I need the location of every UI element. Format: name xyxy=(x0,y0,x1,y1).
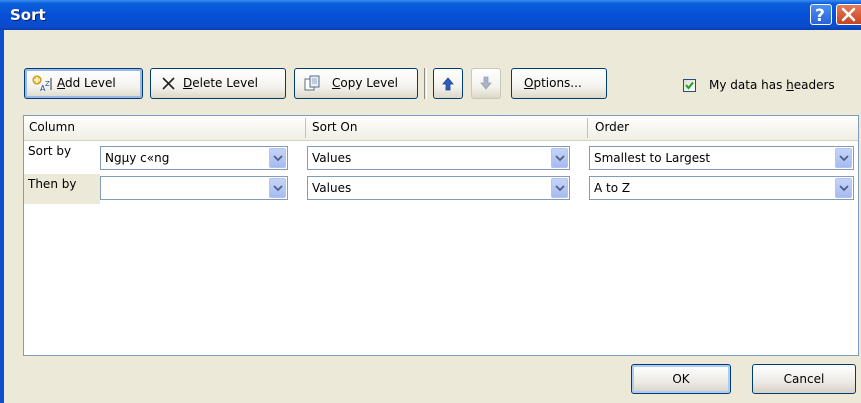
sort-on-select[interactable]: Values xyxy=(307,146,570,170)
sort-levels-grid: Column Sort On Order Sort by Ngµy c«ng V… xyxy=(23,115,859,356)
sort-on-header: Sort On xyxy=(312,120,358,134)
order-select-value: A to Z xyxy=(594,181,631,195)
header-divider xyxy=(305,118,306,138)
chevron-down-icon xyxy=(273,185,283,192)
title-bar[interactable]: Sort ? xyxy=(0,0,861,30)
column-select[interactable] xyxy=(100,176,288,200)
window-frame-left xyxy=(0,30,4,403)
options-label: Options... xyxy=(524,76,582,90)
ok-button[interactable]: OK xyxy=(631,364,731,394)
help-glyph: ? xyxy=(815,6,825,24)
sort-dialog: Sort ? A Z Add Level Delete Level Copy L… xyxy=(0,0,861,403)
chevron-down-icon xyxy=(555,155,565,162)
close-button[interactable] xyxy=(836,4,861,25)
dropdown-button[interactable] xyxy=(269,148,286,168)
move-up-button[interactable] xyxy=(433,68,463,99)
chevron-down-icon xyxy=(273,155,283,162)
order-select[interactable]: A to Z xyxy=(589,176,854,200)
dropdown-button[interactable] xyxy=(551,178,568,198)
sort-level-row[interactable]: Then by Values A to Z xyxy=(24,174,858,204)
sort-on-select-value: Values xyxy=(312,151,352,165)
sort-on-select[interactable]: Values xyxy=(307,176,570,200)
sort-on-select-value: Values xyxy=(312,181,352,195)
row-label: Sort by xyxy=(24,141,100,171)
window-frame-bottom xyxy=(0,399,861,403)
close-icon xyxy=(841,7,856,22)
sort-level-row[interactable]: Sort by Ngµy c«ng Values Smallest to Lar… xyxy=(24,141,858,171)
column-header: Column xyxy=(29,120,75,134)
toolbar-separator xyxy=(424,68,427,99)
grid-header: Column Sort On Order xyxy=(24,116,858,141)
window-title: Sort xyxy=(10,6,46,24)
arrow-down-icon xyxy=(480,76,492,90)
delete-level-label: Delete Level xyxy=(183,76,258,90)
chevron-down-icon xyxy=(839,185,849,192)
chevron-down-icon xyxy=(555,185,565,192)
cancel-button[interactable]: Cancel xyxy=(752,364,856,394)
copy-level-button[interactable]: Copy Level xyxy=(294,68,418,99)
order-select-value: Smallest to Largest xyxy=(594,151,711,165)
add-level-button[interactable]: A Z Add Level xyxy=(24,68,143,99)
row-label: Then by xyxy=(24,174,100,204)
arrow-up-icon xyxy=(442,77,454,91)
header-divider xyxy=(587,118,588,138)
column-select[interactable]: Ngµy c«ng xyxy=(100,146,288,170)
column-select-value: Ngµy c«ng xyxy=(105,151,170,165)
move-down-button[interactable] xyxy=(471,68,501,99)
chevron-down-icon xyxy=(839,155,849,162)
add-level-label: Add Level xyxy=(57,76,116,90)
delete-level-button[interactable]: Delete Level xyxy=(150,68,286,99)
svg-text:Z: Z xyxy=(45,80,50,88)
help-icon: ? xyxy=(815,6,825,24)
add-level-icon: A Z xyxy=(32,75,52,93)
headers-checkbox-label[interactable]: My data has headers xyxy=(709,78,835,92)
copy-level-label: Copy Level xyxy=(332,76,398,90)
dropdown-button[interactable] xyxy=(269,178,286,198)
dropdown-button[interactable] xyxy=(835,148,852,168)
dropdown-button[interactable] xyxy=(835,178,852,198)
help-button[interactable]: ? xyxy=(810,4,832,25)
checkmark-icon xyxy=(685,81,694,90)
copy-icon xyxy=(304,75,320,91)
delete-icon xyxy=(162,77,175,90)
dropdown-button[interactable] xyxy=(551,148,568,168)
options-button[interactable]: Options... xyxy=(511,68,607,99)
headers-checkbox[interactable] xyxy=(683,79,696,92)
order-header: Order xyxy=(595,120,630,134)
order-select[interactable]: Smallest to Largest xyxy=(589,146,854,170)
